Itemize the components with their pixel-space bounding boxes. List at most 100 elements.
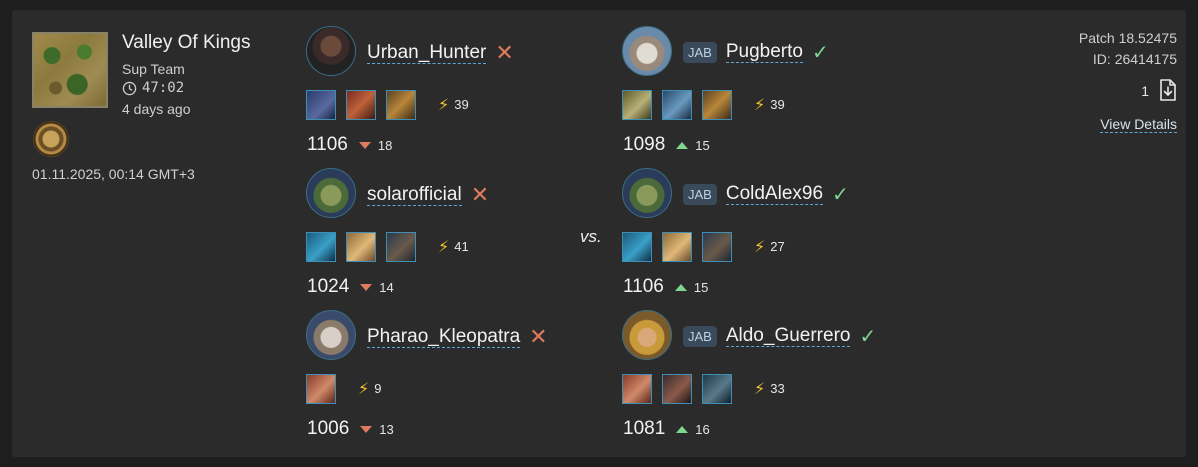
- player-row: JAB Pugberto ✓ ⚡ 39 1098 15: [622, 26, 922, 156]
- player-row: Pharao_Kleopatra ✕ ⚡ 9 1006 13: [306, 310, 606, 440]
- apm-stat: ⚡ 39: [754, 95, 785, 114]
- clan-tag[interactable]: JAB: [683, 42, 717, 63]
- rating-line: 1081 16: [623, 418, 710, 440]
- rating-down-icon: [360, 425, 373, 433]
- rating-value: 1081: [623, 418, 666, 439]
- clan-tag[interactable]: JAB: [683, 326, 717, 347]
- download-count: 1: [1141, 83, 1149, 99]
- rating-delta: 15: [695, 137, 710, 153]
- anubis-warrior-icon[interactable]: [306, 26, 356, 76]
- pharaoh-god-icon[interactable]: [702, 90, 732, 120]
- lightning-icon: ⚡: [754, 237, 766, 256]
- map-title: Valley Of Kings: [122, 32, 251, 53]
- rating-value: 1024: [307, 276, 350, 297]
- rating-down-icon: [360, 283, 373, 291]
- anubis-god-icon[interactable]: [306, 90, 336, 120]
- apm-stat: ⚡ 39: [438, 95, 469, 114]
- rating-line: 1106 15: [623, 276, 708, 298]
- huntress-god-icon[interactable]: [306, 374, 336, 404]
- clock-icon: [122, 81, 137, 95]
- red-warrior-god-icon[interactable]: [346, 90, 376, 120]
- goddess-god-icon[interactable]: [662, 232, 692, 262]
- player-row: JAB ColdAlex96 ✓ ⚡ 27 1106 15: [622, 168, 922, 298]
- golden-queen-icon[interactable]: [622, 310, 672, 360]
- apm-stat: ⚡ 27: [754, 237, 785, 256]
- lightning-icon: ⚡: [438, 95, 450, 114]
- loss-x-icon: ✕: [529, 324, 548, 349]
- minotaur-god-icon[interactable]: [662, 374, 692, 404]
- versus-label: vs.: [580, 227, 602, 246]
- view-details-link[interactable]: View Details: [1100, 116, 1177, 133]
- apm-stat: ⚡ 9: [358, 379, 381, 398]
- time-ago: 4 days ago: [122, 101, 191, 117]
- match-datetime: 01.11.2025, 00:14 GMT+3: [32, 166, 195, 182]
- match-duration: 47:02: [122, 80, 184, 96]
- player-name-line: solarofficial ✕: [367, 182, 489, 208]
- apm-value: 39: [770, 97, 785, 112]
- nature-goddess-icon[interactable]: [306, 168, 356, 218]
- rating-delta: 18: [377, 137, 393, 153]
- rating-delta: 16: [695, 421, 710, 437]
- player-name-line: JAB Aldo_Guerrero ✓: [683, 324, 876, 349]
- bearded-man-god-icon[interactable]: [386, 232, 416, 262]
- loss-x-icon: ✕: [470, 182, 490, 207]
- player-name-link[interactable]: Pugberto: [725, 42, 803, 63]
- player-row: JAB Aldo_Guerrero ✓ ⚡ 33 1081 16: [622, 310, 922, 440]
- player-name-line: JAB Pugberto ✓: [683, 40, 829, 65]
- lightning-icon: ⚡: [438, 237, 450, 256]
- win-check-icon: ✓: [832, 184, 849, 206]
- rating-delta: 14: [379, 279, 394, 295]
- player-name-link[interactable]: solarofficial: [367, 184, 462, 206]
- helmet-god-icon[interactable]: [702, 374, 732, 404]
- eagle-god-icon[interactable]: [622, 90, 652, 120]
- player-name-link[interactable]: Pharao_Kleopatra: [367, 326, 521, 348]
- patch-version: Patch 18.52475: [1078, 30, 1177, 46]
- player-name-line: JAB ColdAlex96 ✓: [683, 182, 849, 207]
- poseidon-god-icon[interactable]: [622, 232, 652, 262]
- rating-line: 1006 13: [307, 418, 394, 440]
- rating-up-icon: [676, 425, 689, 433]
- apm-stat: ⚡ 41: [438, 237, 469, 256]
- blue-warrior-god-icon[interactable]: [662, 90, 692, 120]
- old-sage-icon[interactable]: [622, 26, 672, 76]
- apm-value: 9: [374, 381, 382, 396]
- player-name-line: Urban_Hunter ✕: [367, 40, 514, 66]
- rating-value: 1106: [307, 134, 348, 155]
- rating-value: 1106: [623, 276, 664, 297]
- apm-value: 27: [770, 239, 785, 254]
- lightning-icon: ⚡: [358, 379, 370, 398]
- match-card: Valley Of Kings Sup Team 47:02 4 days ag…: [12, 10, 1186, 457]
- apm-value: 39: [454, 97, 469, 112]
- bearded-man-god-icon[interactable]: [702, 232, 732, 262]
- rating-down-icon: [358, 141, 371, 149]
- rating-line: 1106 18: [307, 134, 392, 156]
- game-id: ID: 26414175: [1092, 51, 1177, 67]
- rating-line: 1098 15: [623, 134, 710, 156]
- player-name-link[interactable]: Urban_Hunter: [367, 42, 487, 64]
- huntress-god-icon[interactable]: [622, 374, 652, 404]
- map-thumbnail: [32, 32, 108, 108]
- player-name-link[interactable]: Aldo_Guerrero: [725, 326, 851, 347]
- poseidon-god-icon[interactable]: [306, 232, 336, 262]
- rating-up-icon: [674, 283, 687, 291]
- nature-goddess-icon[interactable]: [622, 168, 672, 218]
- player-row: Urban_Hunter ✕ ⚡ 39 1106 18: [306, 26, 606, 156]
- lightning-icon: ⚡: [754, 95, 766, 114]
- player-row: solarofficial ✕ ⚡ 41 1024 14: [306, 168, 606, 298]
- zeus-icon[interactable]: [306, 310, 356, 360]
- player-name-link[interactable]: ColdAlex96: [725, 184, 824, 205]
- rank-badge-icon: [34, 122, 68, 156]
- rating-up-icon: [676, 141, 689, 149]
- win-check-icon: ✓: [859, 326, 877, 348]
- player-name-line: Pharao_Kleopatra ✕: [367, 324, 548, 350]
- clan-tag[interactable]: JAB: [683, 184, 717, 205]
- loss-x-icon: ✕: [495, 40, 514, 65]
- apm-value: 33: [770, 381, 785, 396]
- apm-value: 41: [454, 239, 469, 254]
- win-check-icon: ✓: [811, 42, 829, 64]
- rating-value: 1006: [307, 418, 350, 439]
- rating-delta: 15: [693, 279, 709, 295]
- pharaoh-god-icon[interactable]: [386, 90, 416, 120]
- download-icon[interactable]: [1157, 78, 1179, 102]
- goddess-god-icon[interactable]: [346, 232, 376, 262]
